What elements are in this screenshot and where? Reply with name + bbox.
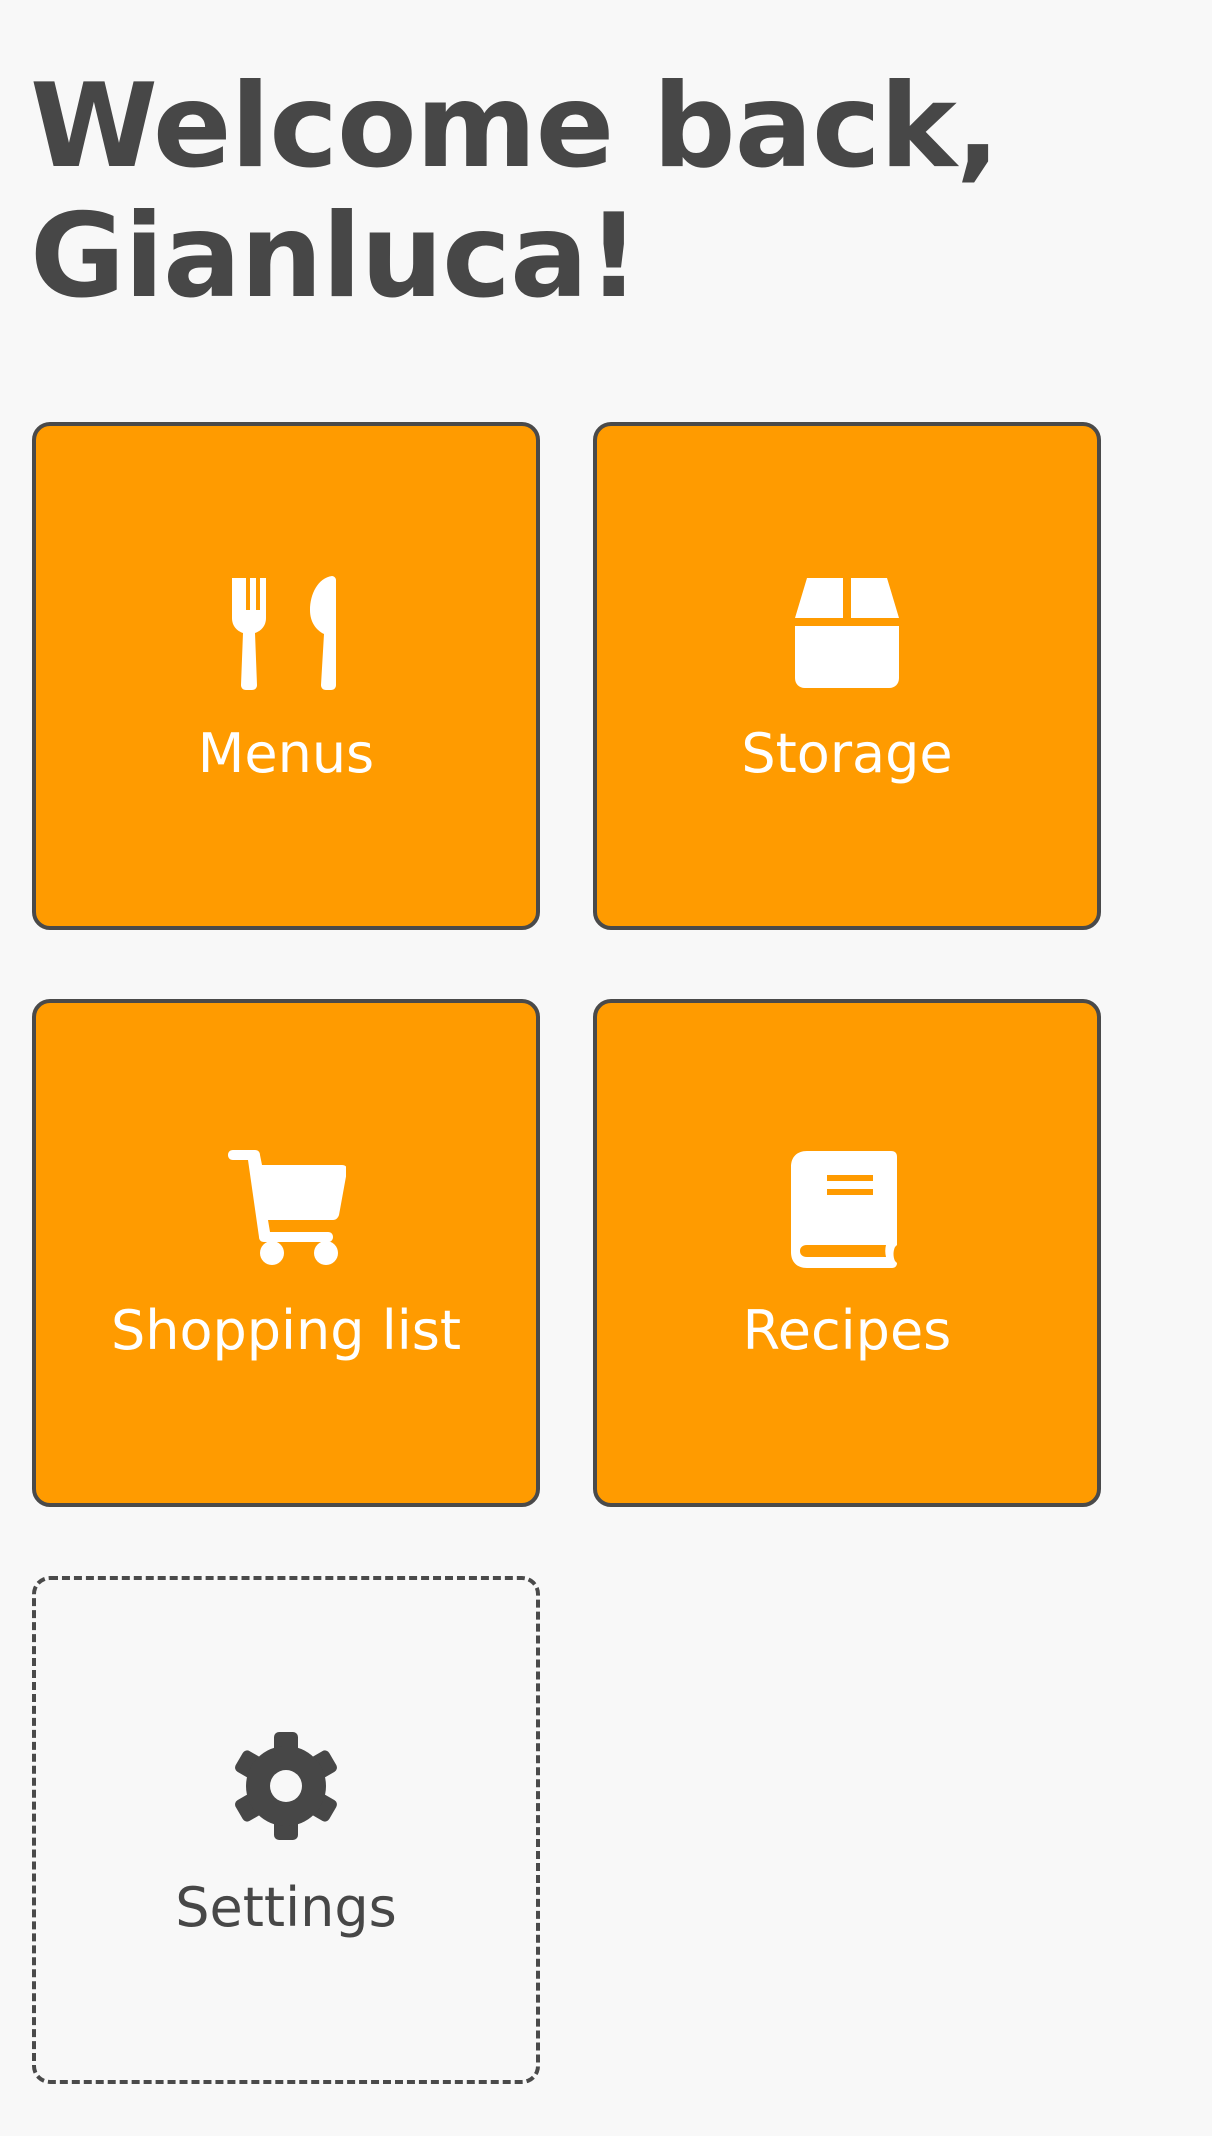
cart-icon [226,1149,346,1269]
gear-icon [226,1726,346,1846]
menus-label: Menus [197,722,375,785]
welcome-title: Welcome back, Gianluca! [30,62,1130,322]
recipes-label: Recipes [742,1299,952,1362]
shopping-list-label: Shopping list [110,1299,462,1362]
shopping-list-button[interactable]: Shopping list [32,999,540,1507]
book-icon [787,1149,907,1269]
box-icon [787,572,907,692]
storage-label: Storage [741,722,953,785]
settings-button[interactable]: Settings [32,1576,540,2084]
welcome-line-2: Gianluca! [30,189,640,324]
welcome-line-1: Welcome back, [30,59,1000,194]
utensils-icon [226,572,346,692]
recipes-button[interactable]: Recipes [593,999,1101,1507]
settings-label: Settings [175,1876,397,1939]
menus-button[interactable]: Menus [32,422,540,930]
storage-button[interactable]: Storage [593,422,1101,930]
